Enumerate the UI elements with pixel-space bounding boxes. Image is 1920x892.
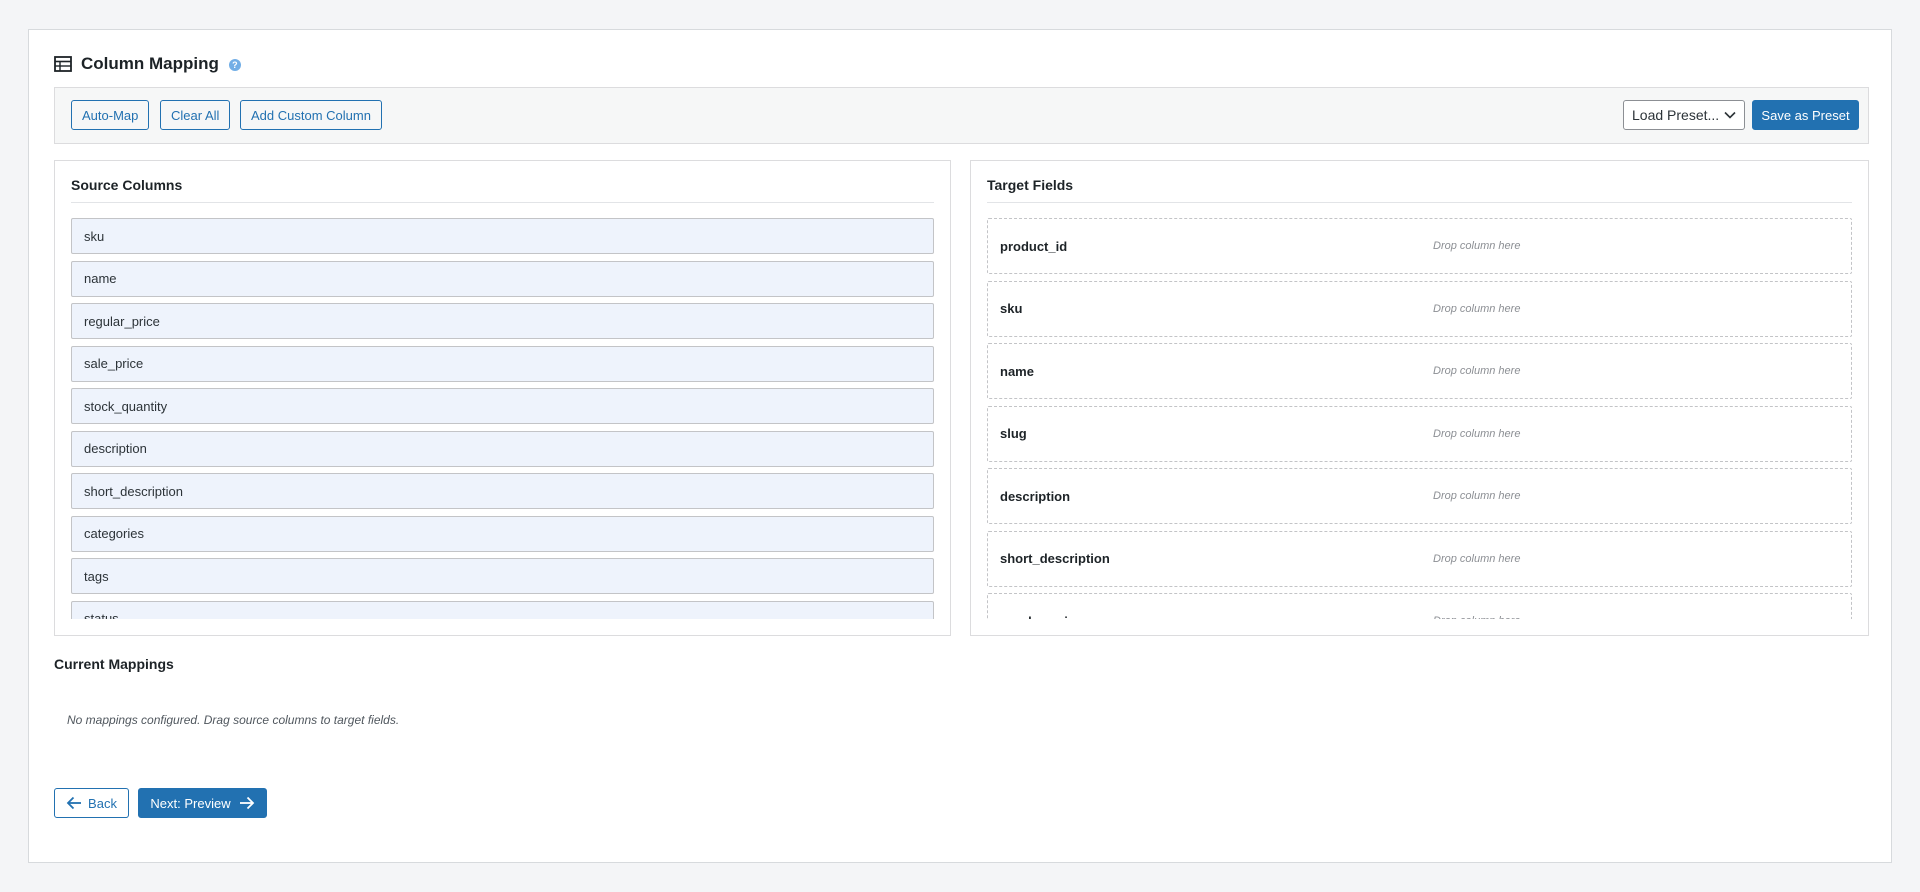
source-column-label: description xyxy=(84,441,147,456)
load-preset-value: Load Preset... xyxy=(1632,107,1720,123)
arrow-right-icon xyxy=(239,796,254,810)
target-field-label: product_id xyxy=(1000,238,1068,254)
drop-placeholder: Drop column here xyxy=(1433,490,1521,502)
mappings-empty-message: No mappings configured. Drag source colu… xyxy=(67,713,400,727)
source-column-label: short_description xyxy=(84,483,183,499)
column-mapping-card: Column Mapping ? Auto-Map Clear All Add … xyxy=(28,29,1892,863)
source-column-item[interactable]: short_description xyxy=(71,473,934,509)
page-title: Column Mapping xyxy=(81,54,219,73)
source-column-item[interactable]: status xyxy=(71,600,934,619)
current-mappings-title: Current Mappings xyxy=(54,656,174,672)
source-column-item[interactable]: categories xyxy=(71,515,934,552)
source-column-label: tags xyxy=(84,568,109,584)
target-field-label: short_description xyxy=(1000,551,1110,566)
source-column-label: status xyxy=(84,611,119,619)
source-column-label: stock_quantity xyxy=(84,398,168,414)
drop-placeholder: Drop column here xyxy=(1433,427,1521,440)
drop-placeholder: Drop column here xyxy=(1433,365,1521,377)
source-column-label: regular_price xyxy=(84,313,160,329)
drop-placeholder: Drop column here xyxy=(1433,240,1521,252)
source-column-label: sku xyxy=(84,228,105,244)
source-column-item[interactable]: regular_price xyxy=(71,303,934,339)
next-preview-button[interactable]: Next: Preview xyxy=(138,788,267,818)
source-column-label: name xyxy=(84,271,117,286)
load-preset-select[interactable]: Load Preset... xyxy=(1623,100,1745,130)
target-field-dropzone[interactable]: regular_price Drop column here xyxy=(987,593,1852,619)
add-custom-column-button[interactable]: Add Custom Column xyxy=(240,100,382,130)
save-as-preset-button[interactable]: Save as Preset xyxy=(1752,100,1859,130)
source-column-label: sale_price xyxy=(84,356,144,371)
target-field-label: sku xyxy=(1000,301,1023,316)
source-column-item[interactable]: stock_quantity xyxy=(71,388,934,424)
target-field-dropzone[interactable]: name Drop column here xyxy=(987,343,1852,399)
table-icon xyxy=(54,56,72,72)
target-fields-title: Target Fields xyxy=(987,177,1852,203)
auto-map-button[interactable]: Auto-Map xyxy=(71,100,150,130)
target-fields-list[interactable]: product_id Drop column here sku Drop col… xyxy=(987,218,1852,619)
arrow-left-icon xyxy=(66,796,82,810)
source-column-item[interactable]: sku xyxy=(71,218,934,254)
drop-placeholder: Drop column here xyxy=(1433,615,1520,619)
target-fields-panel: Target Fields product_id Drop column her… xyxy=(970,160,1869,636)
source-column-item[interactable]: tags xyxy=(71,558,934,594)
target-field-dropzone[interactable]: short_description Drop column here xyxy=(987,530,1852,587)
drop-placeholder: Drop column here xyxy=(1433,552,1521,565)
help-icon[interactable]: ? xyxy=(228,59,241,71)
target-field-label: regular_price xyxy=(1000,614,1082,620)
target-field-label: name xyxy=(1000,363,1034,379)
back-button-label: Back xyxy=(88,795,117,811)
target-field-label: slug xyxy=(1000,426,1027,441)
source-columns-title: Source Columns xyxy=(71,177,934,203)
back-button[interactable]: Back xyxy=(54,788,129,818)
source-column-item[interactable]: sale_price xyxy=(71,345,934,382)
source-column-item[interactable]: name xyxy=(71,260,934,297)
chevron-down-icon xyxy=(1724,111,1736,119)
clear-all-button[interactable]: Clear All xyxy=(160,100,231,130)
next-button-label: Next: Preview xyxy=(150,795,231,811)
page-header: Column Mapping ? xyxy=(54,50,241,78)
target-field-dropzone[interactable]: description Drop column here xyxy=(987,468,1852,524)
source-columns-panel: Source Columns sku name regular_price sa… xyxy=(54,160,951,636)
target-field-dropzone[interactable]: product_id Drop column here xyxy=(987,218,1852,274)
source-columns-list[interactable]: sku name regular_price sale_price stock_… xyxy=(71,218,934,619)
mapping-toolbar: Auto-Map Clear All Add Custom Column Loa… xyxy=(54,87,1869,144)
target-field-dropzone[interactable]: slug Drop column here xyxy=(987,405,1852,462)
target-field-dropzone[interactable]: sku Drop column here xyxy=(987,280,1852,337)
drop-placeholder: Drop column here xyxy=(1433,302,1521,315)
source-column-item[interactable]: description xyxy=(71,430,934,467)
source-column-label: categories xyxy=(84,526,144,541)
target-field-label: description xyxy=(1000,488,1071,504)
